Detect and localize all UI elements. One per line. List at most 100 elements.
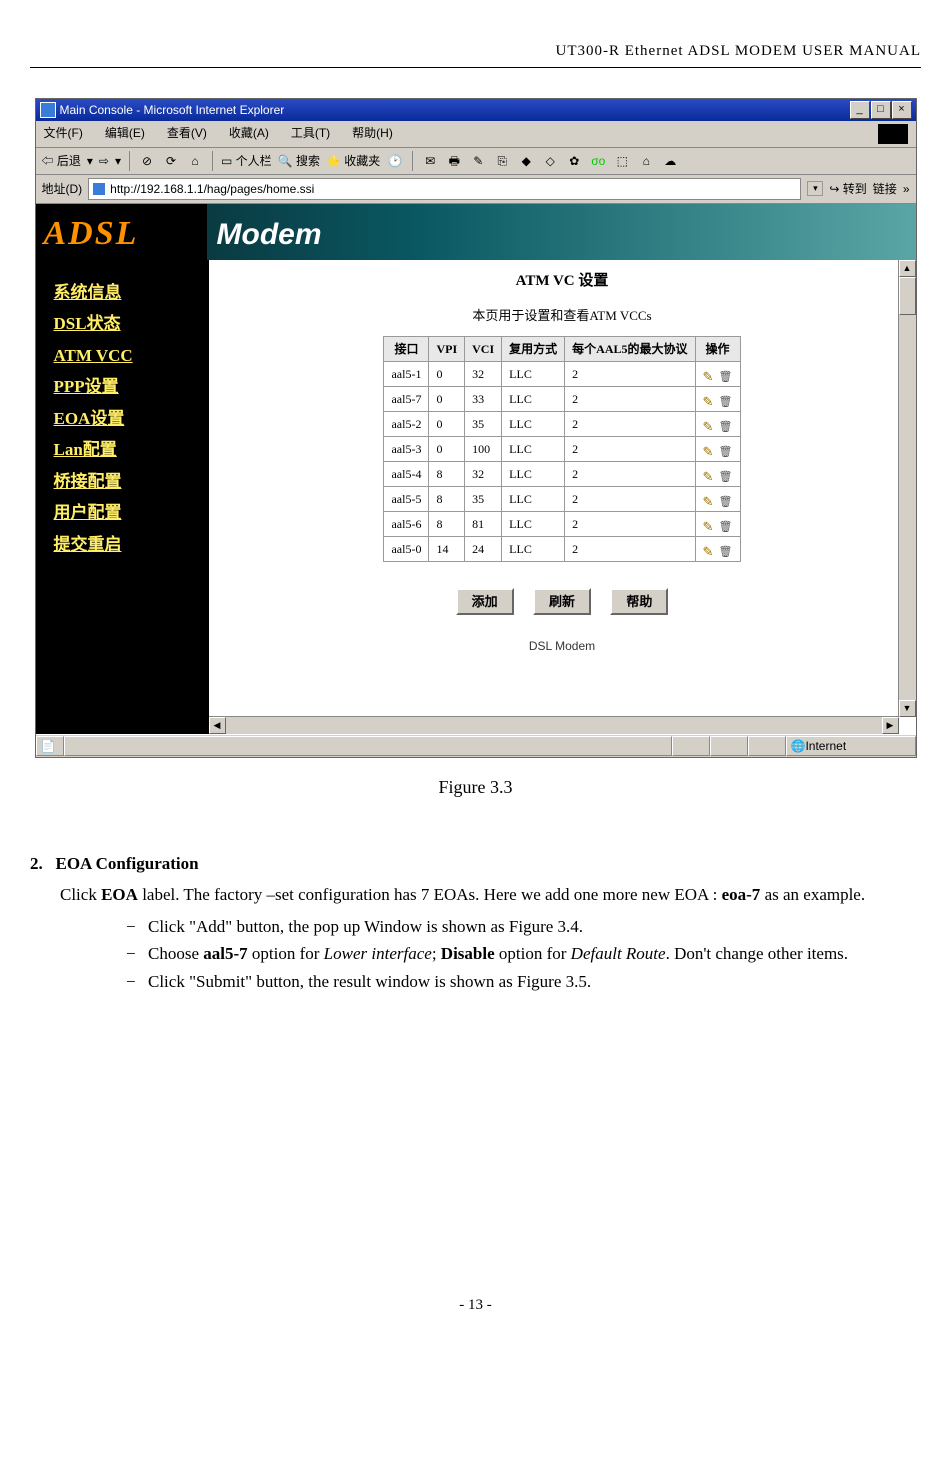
sidebar-item-ppp设置[interactable]: PPP设置 — [54, 374, 209, 400]
extra7-icon[interactable]: ☁ — [661, 152, 679, 170]
delete-icon[interactable] — [719, 542, 733, 556]
table-actions — [695, 411, 740, 436]
table-header: 接口 — [384, 336, 429, 361]
table-cell: 2 — [565, 536, 695, 561]
edit-icon[interactable] — [703, 392, 717, 406]
table-cell: aal5-2 — [384, 411, 429, 436]
extra3-icon[interactable]: ✿ — [565, 152, 583, 170]
table-cell: 0 — [429, 436, 465, 461]
refresh-icon[interactable]: ⟳ — [162, 152, 180, 170]
stop-icon[interactable]: ⊘ — [138, 152, 156, 170]
table-cell: 2 — [565, 486, 695, 511]
table-cell: LLC — [502, 411, 565, 436]
table-actions — [695, 386, 740, 411]
close-button[interactable]: × — [892, 101, 912, 119]
edit-icon[interactable] — [703, 367, 717, 381]
edit-icon[interactable] — [703, 492, 717, 506]
delete-icon[interactable] — [719, 417, 733, 431]
windows-logo-icon — [878, 124, 908, 144]
print-icon[interactable]: 🖶 — [445, 152, 463, 170]
status-cell-3 — [748, 736, 786, 756]
edit-icon[interactable] — [703, 467, 717, 481]
back-dropdown-icon[interactable]: ▾ — [87, 152, 93, 170]
sidebar-item-dsl状态[interactable]: DSL状态 — [54, 311, 209, 337]
vertical-scrollbar[interactable]: ▲ ▼ — [898, 260, 916, 717]
table-header: 操作 — [695, 336, 740, 361]
edit-icon[interactable] — [703, 442, 717, 456]
scroll-up-icon[interactable]: ▲ — [899, 260, 916, 277]
toolbar: ⇦ 后退 ▾ ⇨ ▾ ⊘ ⟳ ⌂ ▭ 个人栏 🔍 搜索 ⭐ 收藏夹 🕑 ✉ 🖶 … — [36, 148, 916, 175]
sidebar-item-eoa设置[interactable]: EOA设置 — [54, 406, 209, 432]
extra1-icon[interactable]: ◆ — [517, 152, 535, 170]
home-icon[interactable]: ⌂ — [186, 152, 204, 170]
edit-icon[interactable] — [703, 542, 717, 556]
delete-icon[interactable] — [719, 492, 733, 506]
extra4-icon[interactable]: σο — [589, 152, 607, 170]
extra5-icon[interactable]: ⬚ — [613, 152, 631, 170]
extra6-icon[interactable]: ⌂ — [637, 152, 655, 170]
table-cell: aal5-5 — [384, 486, 429, 511]
table-cell: LLC — [502, 536, 565, 561]
extra2-icon[interactable]: ◇ — [541, 152, 559, 170]
scroll-right-icon[interactable]: ▶ — [882, 717, 899, 734]
menu-bar: 文件(F) 编辑(E) 查看(V) 收藏(A) 工具(T) 帮助(H) — [36, 121, 916, 148]
table-actions — [695, 461, 740, 486]
sidebar-item-lan配置[interactable]: Lan配置 — [54, 437, 209, 463]
forward-dropdown-icon[interactable]: ▾ — [115, 152, 121, 170]
table-actions — [695, 536, 740, 561]
menu-tools[interactable]: 工具(T) — [291, 124, 330, 144]
table-cell: 0 — [429, 361, 465, 386]
edit-icon[interactable]: ✎ — [469, 152, 487, 170]
search-button[interactable]: 🔍 搜索 — [278, 152, 320, 170]
list-item: Click "Add" button, the pop up Window is… — [126, 914, 921, 940]
table-cell: 8 — [429, 486, 465, 511]
scroll-thumb[interactable] — [899, 277, 916, 315]
sidebar-item-用户配置[interactable]: 用户配置 — [54, 500, 209, 526]
maximize-button[interactable]: □ — [871, 101, 891, 119]
delete-icon[interactable] — [719, 392, 733, 406]
menu-view[interactable]: 查看(V) — [167, 124, 207, 144]
table-cell: 35 — [465, 486, 502, 511]
discuss-icon[interactable]: ⎘ — [493, 152, 511, 170]
links-chevron-icon[interactable]: » — [903, 180, 910, 198]
personal-bar-button[interactable]: ▭ 个人栏 — [221, 152, 272, 170]
add-button[interactable]: 添加 — [456, 588, 514, 616]
help-button[interactable]: 帮助 — [610, 588, 668, 616]
table-row: aal5-1032LLC2 — [384, 361, 740, 386]
delete-icon[interactable] — [719, 517, 733, 531]
edit-icon[interactable] — [703, 417, 717, 431]
address-input[interactable]: http://192.168.1.1/hag/pages/home.ssi — [88, 178, 801, 200]
sidebar-item-atm-vcc[interactable]: ATM VCC — [54, 343, 209, 369]
scroll-left-icon[interactable]: ◀ — [209, 717, 226, 734]
refresh-button[interactable]: 刷新 — [533, 588, 591, 616]
url-text: http://192.168.1.1/hag/pages/home.ssi — [110, 180, 314, 198]
back-button[interactable]: ⇦ 后退 — [42, 152, 81, 170]
history-icon[interactable]: 🕑 — [386, 152, 404, 170]
table-actions — [695, 436, 740, 461]
favorites-button[interactable]: ⭐ 收藏夹 — [326, 152, 380, 170]
status-page-icon: 📄 — [36, 736, 64, 756]
menu-favorites[interactable]: 收藏(A) — [229, 124, 269, 144]
table-actions — [695, 361, 740, 386]
links-label[interactable]: 链接 — [873, 180, 897, 198]
delete-icon[interactable] — [719, 467, 733, 481]
go-button[interactable]: ↪ 转到 — [829, 180, 866, 198]
minimize-button[interactable]: _ — [850, 101, 870, 119]
mail-icon[interactable]: ✉ — [421, 152, 439, 170]
sidebar-item-提交重启[interactable]: 提交重启 — [54, 532, 209, 558]
delete-icon[interactable] — [719, 367, 733, 381]
sidebar-item-桥接配置[interactable]: 桥接配置 — [54, 469, 209, 495]
status-cell-1 — [672, 736, 710, 756]
menu-edit[interactable]: 编辑(E) — [105, 124, 145, 144]
address-dropdown-icon[interactable]: ▾ — [807, 181, 823, 197]
horizontal-scrollbar[interactable]: ◀ ▶ — [209, 716, 899, 734]
page-subtitle: 本页用于设置和查看ATM VCCs — [209, 306, 916, 326]
delete-icon[interactable] — [719, 442, 733, 456]
sidebar-item-系统信息[interactable]: 系统信息 — [54, 280, 209, 306]
table-cell: 2 — [565, 386, 695, 411]
menu-file[interactable]: 文件(F) — [44, 124, 83, 144]
forward-button[interactable]: ⇨ — [99, 152, 109, 170]
edit-icon[interactable] — [703, 517, 717, 531]
scroll-down-icon[interactable]: ▼ — [899, 700, 916, 717]
menu-help[interactable]: 帮助(H) — [352, 124, 393, 144]
